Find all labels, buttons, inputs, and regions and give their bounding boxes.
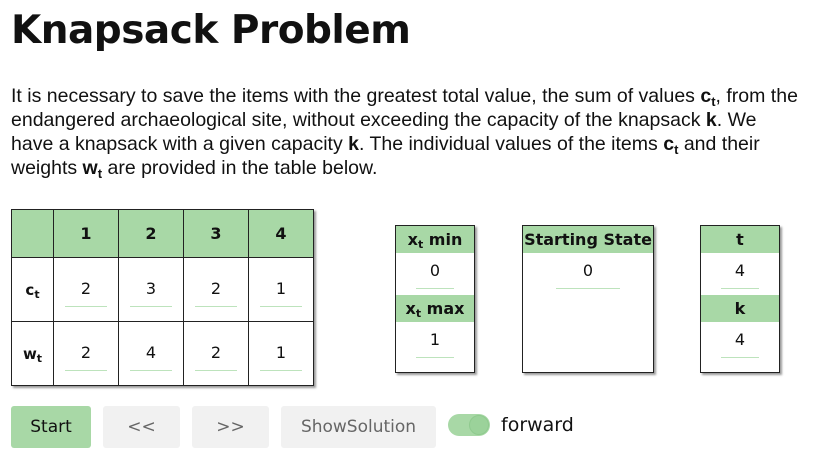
row-label-w: wt	[11, 321, 54, 386]
value-cell[interactable]: 1	[248, 257, 314, 322]
t-field[interactable]: 4	[701, 253, 779, 295]
k-field[interactable]: 4	[701, 322, 779, 364]
toggle-label: forward	[501, 414, 574, 436]
page-title: Knapsack Problem	[11, 8, 411, 53]
xmax-header: xt max	[396, 295, 474, 322]
xmin-header: xt min	[396, 226, 474, 253]
xmax-field[interactable]: 1	[396, 322, 474, 364]
problem-description: It is necessary to save the items with t…	[11, 85, 798, 181]
value-input[interactable]: 2	[195, 273, 237, 307]
direction-toggle[interactable]	[448, 414, 490, 436]
value-cell[interactable]: 2	[53, 257, 119, 322]
weight-cell[interactable]: 2	[183, 321, 249, 386]
weight-input[interactable]: 1	[260, 337, 302, 371]
weight-cell[interactable]: 1	[248, 321, 314, 386]
column-header: 2	[118, 209, 184, 258]
value-cell[interactable]: 2	[183, 257, 249, 322]
weight-cell[interactable]: 4	[118, 321, 184, 386]
start-button[interactable]: Start	[11, 406, 91, 448]
value-input[interactable]: 2	[65, 273, 107, 307]
table-row-weights: wt 2 4 2 1	[11, 321, 314, 386]
starting-state-header: Starting State	[523, 226, 653, 253]
column-header: 3	[183, 209, 249, 258]
x-bounds-box: xt min 0 xt max 1	[395, 225, 475, 373]
t-header: t	[701, 226, 779, 253]
value-input[interactable]: 3	[130, 273, 172, 307]
weight-input[interactable]: 2	[195, 337, 237, 371]
table-corner	[11, 209, 54, 258]
t-k-box: t 4 k 4	[700, 225, 780, 373]
column-header: 4	[248, 209, 314, 258]
row-label-c: ct	[11, 257, 54, 322]
xmin-field[interactable]: 0	[396, 253, 474, 295]
weight-input[interactable]: 2	[65, 337, 107, 371]
table-header-row: 1 2 3 4	[11, 209, 314, 258]
items-table: 1 2 3 4 ct 2 3 2 1 wt 2 4 2 1	[11, 209, 314, 386]
starting-state-box: Starting State 0	[522, 225, 654, 373]
starting-state-field[interactable]: 0	[523, 253, 653, 295]
show-solution-button[interactable]: ShowSolution	[281, 406, 436, 448]
k-header: k	[701, 295, 779, 322]
toggle-knob[interactable]	[469, 415, 489, 435]
column-header: 1	[53, 209, 119, 258]
step-back-button[interactable]: <<	[103, 406, 180, 448]
weight-cell[interactable]: 2	[53, 321, 119, 386]
table-row-values: ct 2 3 2 1	[11, 257, 314, 322]
step-forward-button[interactable]: >>	[192, 406, 269, 448]
value-input[interactable]: 1	[260, 273, 302, 307]
weight-input[interactable]: 4	[130, 337, 172, 371]
value-cell[interactable]: 3	[118, 257, 184, 322]
